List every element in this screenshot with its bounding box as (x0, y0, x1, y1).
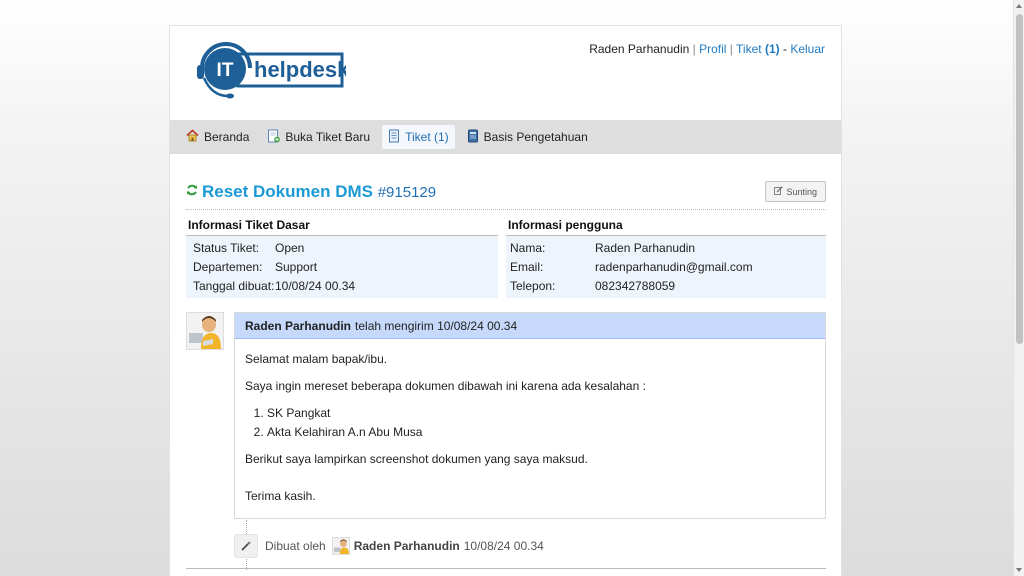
edit-button[interactable]: Sunting (765, 181, 826, 202)
scrollbar-thumb[interactable] (1016, 14, 1023, 344)
info-value: radenparhanudin@gmail.com (595, 259, 753, 274)
info-row-name: Nama: Raden Parhanudin (506, 238, 826, 257)
nav-item-home[interactable]: Beranda (180, 125, 255, 149)
ticket-title-row: Reset Dokumen DMS #915129 Sunting (186, 176, 826, 210)
scroll-down-arrow[interactable] (1016, 568, 1022, 572)
message-author: Raden Parhanudin (245, 318, 352, 333)
nav-item-label: Beranda (204, 130, 250, 144)
user-info: Informasi pengguna Nama: Raden Parhanudi… (506, 218, 826, 298)
message-closing-note: Berikut saya lampirkan screenshot dokume… (245, 452, 588, 466)
info-value: Support (275, 259, 318, 274)
logo-prefix: IT (217, 60, 234, 81)
nav-item-label: Tiket (1) (405, 130, 449, 144)
nav-item-tickets[interactable]: Tiket (1) (382, 125, 455, 149)
refresh-icon[interactable] (186, 184, 198, 199)
basic-info-heading: Informasi Tiket Dasar (186, 218, 498, 236)
message-body: Selamat malam bapak/ibu. Saya ingin mere… (235, 339, 825, 503)
tickets-link[interactable]: Tiket (1) (736, 42, 780, 56)
nav-item-label: Buka Tiket Baru (285, 130, 371, 144)
divider (186, 568, 826, 569)
page-container: IT helpdesk Raden Parhanudin | Profil | … (169, 25, 842, 576)
event-timestamp: 10/08/24 00.34 (463, 539, 544, 553)
info-row-email: Email: radenparhanudin@gmail.com (506, 257, 826, 276)
page-scrollbar[interactable] (1013, 0, 1024, 576)
separator: | (692, 42, 696, 56)
list-item: Akta Kelahiran A.n Abu Musa (267, 425, 815, 439)
user-links: Raden Parhanudin | Profil | Tiket (1) - … (589, 42, 825, 56)
info-value: 10/08/24 00.34 (275, 278, 356, 293)
ticket-subject: Reset Dokumen DMS (202, 182, 373, 201)
event-author: Raden Parhanudin (353, 539, 460, 553)
nav-item-label: Basis Pengetahuan (483, 130, 588, 144)
ticket-number: #915129 (377, 184, 437, 201)
info-value: 082342788059 (595, 278, 676, 293)
user-name: Raden Parhanudin (589, 42, 690, 56)
main-nav: Beranda Buka Tiket Baru Tiket (1) Basis … (170, 120, 841, 154)
ticket-title[interactable]: Reset Dokumen DMS #915129 (202, 182, 436, 202)
list-item: SK Pangkat (267, 406, 815, 420)
basic-ticket-info: Informasi Tiket Dasar Status Tiket: Open… (186, 218, 498, 298)
home-icon (186, 129, 204, 145)
tickets-link-label: Tiket (736, 42, 762, 56)
message-intro: Saya ingin mereset beberapa dokumen diba… (245, 379, 646, 393)
info-label: Tanggal dibuat: (193, 278, 275, 293)
book-icon (467, 129, 484, 146)
info-row-created-date: Tanggal dibuat: 10/08/24 00.34 (186, 276, 498, 295)
ticket-content: Reset Dokumen DMS #915129 Sunting Inform… (186, 176, 826, 570)
info-label: Nama: (510, 240, 546, 255)
separator: | (729, 42, 733, 56)
avatar (331, 537, 350, 555)
event-prefix: Dibuat oleh (265, 539, 326, 553)
scroll-up-arrow[interactable] (1016, 4, 1022, 8)
info-label: Status Tiket: (193, 240, 260, 255)
info-row-status: Status Tiket: Open (186, 238, 498, 257)
message-timestamp: 10/08/24 00.34 (437, 318, 518, 333)
header: IT helpdesk Raden Parhanudin | Profil | … (170, 26, 841, 120)
info-label: Telepon: (510, 278, 556, 293)
edit-button-label: Sunting (786, 186, 817, 197)
message-header: Raden Parhanudin telah mengirim 10/08/24… (235, 313, 825, 339)
avatar (186, 312, 224, 350)
info-label: Departemen: (193, 259, 263, 274)
edit-icon (774, 186, 786, 197)
message-action: telah mengirim (355, 318, 434, 333)
ticket-icon (388, 129, 405, 146)
message-greeting: Selamat malam bapak/ibu. (245, 352, 388, 366)
new-ticket-icon (267, 129, 285, 146)
dash-separator: - (782, 42, 787, 56)
user-info-heading: Informasi pengguna (506, 218, 826, 236)
info-value: Open (275, 240, 305, 255)
magic-wand-icon (234, 534, 258, 558)
message-list: SK Pangkat Akta Kelahiran A.n Abu Musa (267, 406, 815, 439)
nav-item-knowledge-base[interactable]: Basis Pengetahuan (461, 125, 594, 149)
profile-link[interactable]: Profil (699, 42, 726, 56)
info-row-department: Departemen: Support (186, 257, 498, 276)
message-signoff: Terima kasih. (245, 489, 316, 503)
info-value: Raden Parhanudin (595, 240, 696, 255)
info-row-phone: Telepon: 082342788059 (506, 276, 826, 295)
it-helpdesk-logo[interactable]: IT helpdesk (194, 38, 350, 104)
info-label: Email: (510, 259, 544, 274)
logout-link[interactable]: Keluar (790, 42, 825, 56)
thread-message: Raden Parhanudin telah mengirim 10/08/24… (234, 312, 826, 519)
tickets-count: (1) (764, 42, 780, 56)
nav-item-new-ticket[interactable]: Buka Tiket Baru (261, 125, 376, 149)
thread-event-created: Dibuat oleh Raden Parhanudin 10/08/24 00… (234, 531, 826, 561)
logo-name: helpdesk (254, 57, 346, 82)
